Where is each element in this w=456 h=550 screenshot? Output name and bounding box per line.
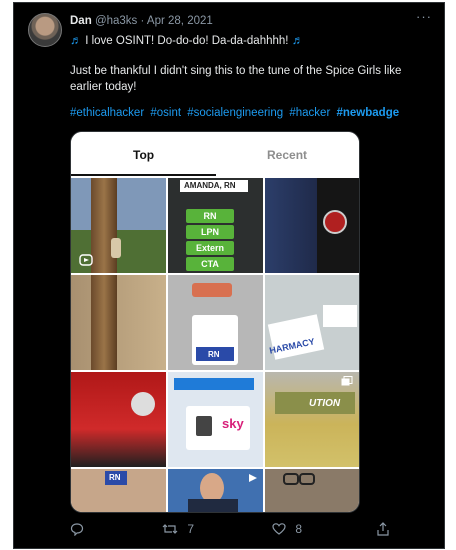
heart-icon [272, 523, 286, 535]
photo-badge-rn[interactable]: AMANDA, RN RN LPN Extern CTA [168, 178, 263, 273]
badge-rn-label: RN [208, 350, 220, 359]
tweet-text-line1: ♬ I love OSINT! Do-do-do! Da-da-dahhhh! … [70, 33, 304, 47]
reply-button[interactable] [70, 521, 84, 537]
photo-lanyard[interactable]: UTION [265, 372, 359, 467]
author-name[interactable]: Dan [70, 15, 92, 27]
badge-rn-small: RN [109, 473, 121, 482]
media-screenshot[interactable]: Top Recent AMANDA, RN RN LPN Extern CTA [70, 131, 360, 513]
photo-jackets[interactable] [265, 178, 359, 273]
hashtag-link[interactable]: #ethicalhacker [70, 107, 144, 119]
lanyard-text: UTION [309, 398, 341, 409]
tweet-text-line2: Just be thankful I didn't sing this to t… [70, 65, 402, 93]
retweet-button[interactable]: 7 [162, 521, 194, 536]
photo-man[interactable] [168, 469, 263, 512]
photo-hand-badge[interactable]: RN [71, 469, 166, 512]
tweet-card[interactable]: Dan @ha3ks · Apr 28, 2021 ··· ♬ I love O… [13, 2, 445, 549]
music-note-icon: ♬ [70, 33, 82, 47]
badge-name: AMANDA, RN [184, 181, 236, 190]
separator: · [140, 15, 145, 27]
hashtags: #ethicalhacker #osint #socialengineering… [70, 107, 402, 119]
photo-palm-tree-2[interactable] [71, 275, 166, 370]
hashtag-link[interactable]: #hacker [289, 107, 330, 119]
tab-recent[interactable]: Recent [267, 148, 307, 162]
photo-palm-tree[interactable] [71, 178, 166, 273]
reply-icon [70, 523, 84, 537]
avatar[interactable] [28, 13, 62, 47]
photo-grid: AMANDA, RN RN LPN Extern CTA RN HARMACY … [71, 178, 359, 512]
music-note-icon: ♬ [291, 33, 304, 47]
share-button[interactable] [376, 521, 390, 536]
badge-pill: CTA [186, 257, 234, 271]
hashtag-link[interactable]: #socialengineering [187, 107, 283, 119]
reel-icon [79, 254, 93, 266]
active-tab-indicator [71, 174, 216, 176]
video-play-icon [249, 474, 257, 482]
like-count: 8 [295, 521, 303, 536]
hashtag-link[interactable]: #newbadge [336, 107, 399, 119]
media-tabs: Top Recent [71, 132, 359, 176]
like-button[interactable]: 8 [272, 521, 302, 536]
photo-sky-badge[interactable]: sky [168, 372, 263, 467]
photo-woman-glasses[interactable] [265, 469, 359, 512]
share-icon [377, 521, 389, 536]
photo-badge-rn-2[interactable]: RN [168, 275, 263, 370]
multiple-photos-icon [341, 376, 353, 386]
sky-logo: sky [222, 416, 244, 431]
tweet-date[interactable]: Apr 28, 2021 [147, 15, 213, 27]
badge-pill: RN [186, 209, 234, 223]
badge-pill: LPN [186, 225, 234, 239]
author-handle[interactable]: @ha3ks [95, 15, 137, 27]
retweet-icon [162, 523, 178, 534]
tweet-text: I love OSINT! Do-do-do! Da-da-dahhhh! [85, 35, 289, 47]
tweet-header: Dan @ha3ks · Apr 28, 2021 [70, 15, 213, 27]
hashtag-link[interactable]: #osint [150, 107, 181, 119]
photo-red-car[interactable] [71, 372, 166, 467]
more-options-icon[interactable]: ··· [416, 9, 432, 24]
retweet-count: 7 [187, 521, 195, 536]
tab-top[interactable]: Top [133, 148, 154, 162]
badge-pill: Extern [186, 241, 234, 255]
tweet-actions: 7 8 [70, 521, 420, 541]
photo-pharmacy-badge[interactable]: HARMACY [265, 275, 359, 370]
